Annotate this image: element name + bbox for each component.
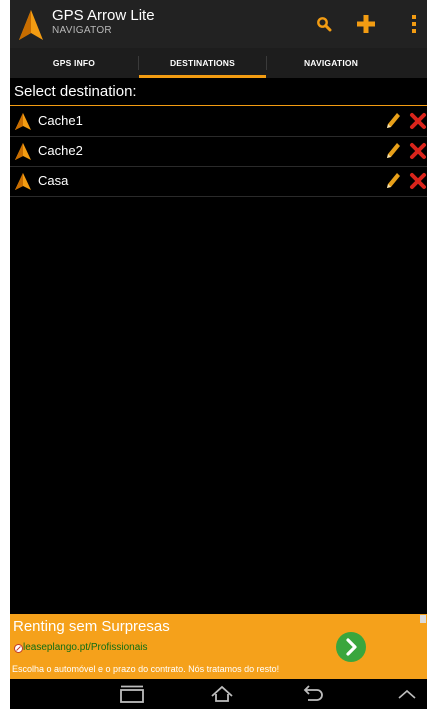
orange-arrow-icon <box>15 143 31 160</box>
recent-apps-icon <box>120 685 144 703</box>
tab-gps-info[interactable]: GPS INFO <box>10 48 138 78</box>
destination-list: Cache1 Cache2 Casa <box>10 107 427 197</box>
chevron-up-icon <box>398 689 416 699</box>
list-item[interactable]: Cache2 <box>10 137 427 167</box>
pencil-icon[interactable] <box>385 172 401 190</box>
action-bar: GPS Arrow Lite NAVIGATOR <box>10 0 427 48</box>
tab-navigation[interactable]: NAVIGATION <box>267 48 395 78</box>
destination-label: Cache2 <box>38 143 83 158</box>
orange-arrow-icon <box>15 113 31 130</box>
chevron-right-icon <box>346 638 357 656</box>
destination-label: Cache1 <box>38 113 83 128</box>
tab-label: DESTINATIONS <box>169 58 236 68</box>
pencil-icon[interactable] <box>385 142 401 160</box>
ad-info-corner[interactable] <box>420 615 426 623</box>
delete-x-icon[interactable] <box>409 172 427 190</box>
overflow-menu-icon <box>412 15 416 33</box>
tab-bar: GPS INFO DESTINATIONS NAVIGATION <box>10 48 427 78</box>
orange-arrow-icon <box>19 10 43 40</box>
delete-x-icon[interactable] <box>409 142 427 160</box>
app-title: GPS Arrow Lite <box>52 7 155 24</box>
ad-go-button[interactable] <box>336 632 366 662</box>
system-nav-bar <box>10 679 427 709</box>
collapse-button[interactable] <box>390 679 424 709</box>
add-destination-button[interactable] <box>350 0 382 48</box>
orange-arrow-icon <box>15 173 31 190</box>
plus-icon <box>357 15 375 33</box>
ad-title: Renting sem Surpresas <box>13 618 170 635</box>
back-button[interactable] <box>290 679 334 709</box>
ad-banner[interactable]: Renting sem Surpresas leaseplango.pt/Pro… <box>10 614 427 679</box>
section-title: Select destination: <box>14 83 137 100</box>
ad-url[interactable]: leaseplango.pt/Profissionais <box>23 642 148 653</box>
pencil-icon[interactable] <box>385 112 401 130</box>
link-icon <box>14 644 23 653</box>
overflow-menu-button[interactable] <box>404 0 424 48</box>
tab-label: NAVIGATION <box>303 58 359 68</box>
ad-description: Escolha o automóvel e o prazo do contrat… <box>12 664 280 674</box>
destination-label: Casa <box>38 173 69 188</box>
back-icon <box>303 685 323 701</box>
delete-x-icon[interactable] <box>409 112 427 130</box>
app-subtitle: NAVIGATOR <box>52 25 112 36</box>
search-button[interactable] <box>308 0 340 48</box>
list-item[interactable]: Casa <box>10 167 427 197</box>
tab-label: GPS INFO <box>52 58 96 68</box>
tab-destinations[interactable]: DESTINATIONS <box>139 48 266 78</box>
section-header: Select destination: <box>10 79 427 106</box>
list-item[interactable]: Cache1 <box>10 107 427 137</box>
app-screen: GPS Arrow Lite NAVIGATOR GPS INFO DESTIN… <box>10 0 427 709</box>
search-icon <box>317 17 332 32</box>
home-button[interactable] <box>200 679 244 709</box>
home-icon <box>211 685 233 702</box>
recent-apps-button[interactable] <box>110 679 154 709</box>
